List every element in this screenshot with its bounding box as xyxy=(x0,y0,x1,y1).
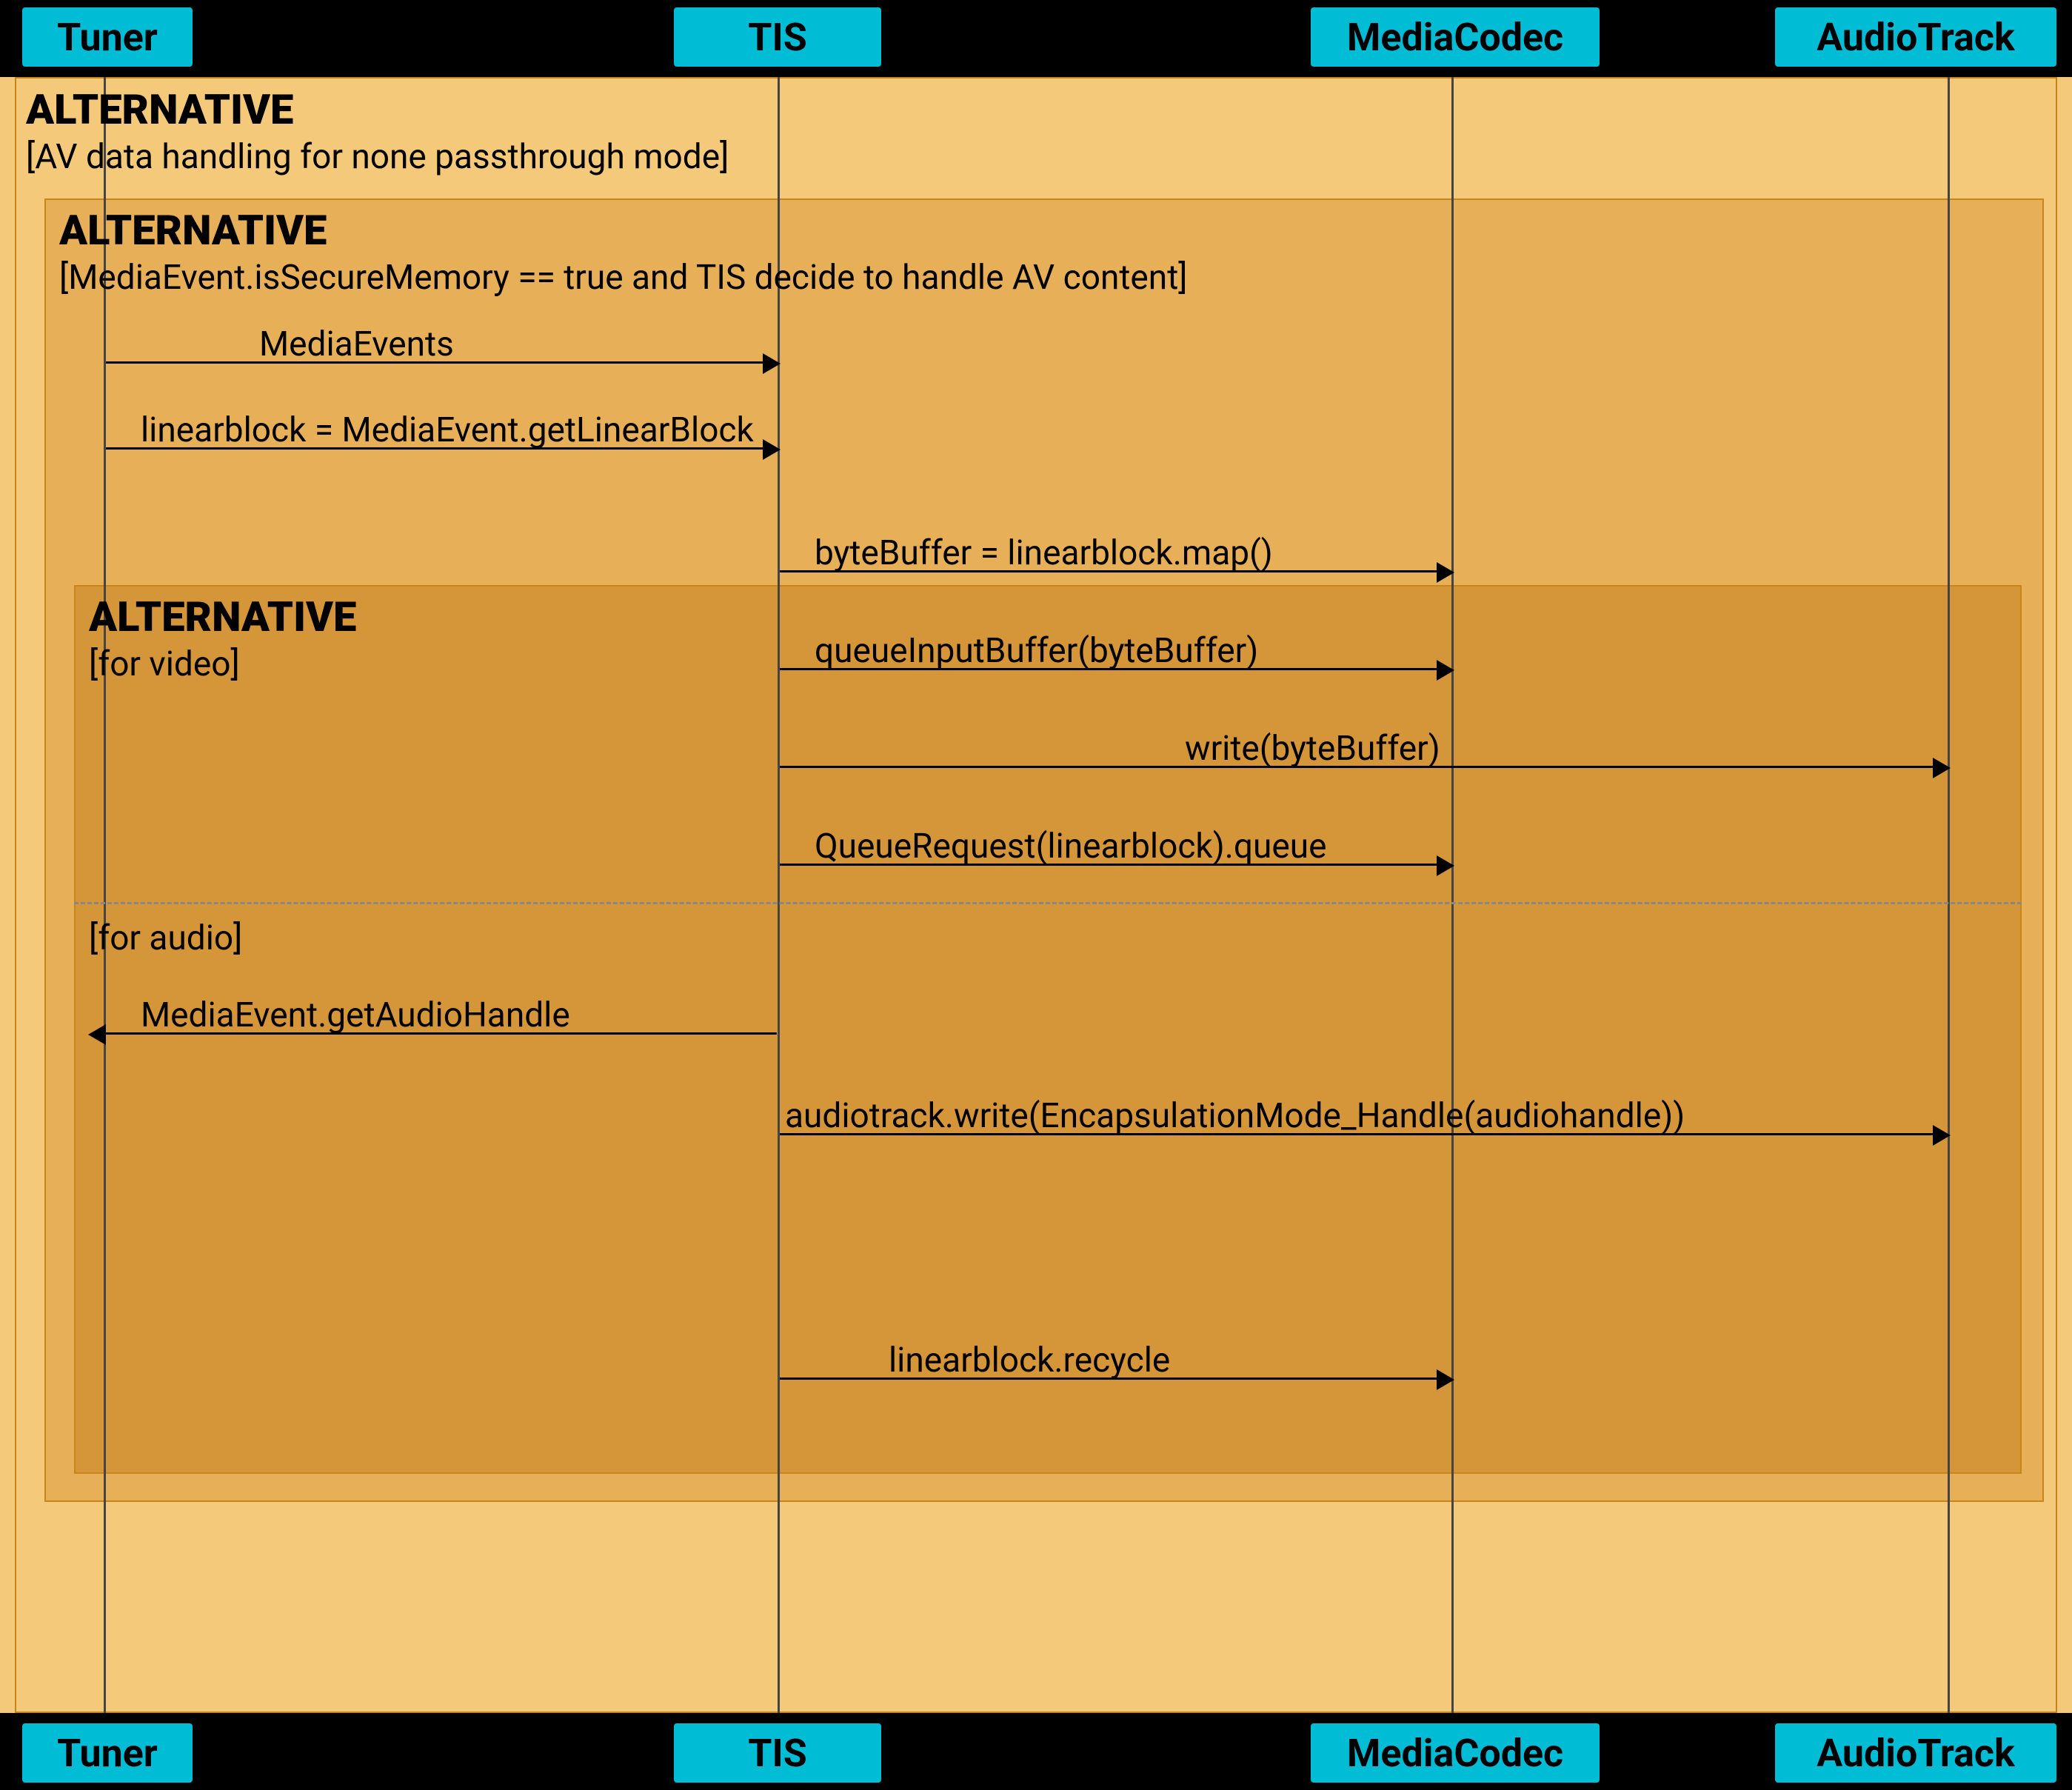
msg1-arrowhead xyxy=(763,353,781,374)
msg3-arrowhead xyxy=(1437,562,1454,583)
msg9-arrowhead xyxy=(1437,1369,1454,1390)
inner-alt2-condition-audio: [for audio] xyxy=(89,918,242,958)
footer-tis-box: TIS xyxy=(674,1723,881,1783)
outer-alt-keyword: ALTERNATIVE xyxy=(26,85,293,134)
msg7-arrowhead xyxy=(88,1024,106,1045)
msg7-label: MediaEvent.getAudioHandle xyxy=(141,995,570,1035)
msg2-arrowhead xyxy=(763,439,781,460)
msg6-label: QueueRequest(linearblock).queue xyxy=(815,826,1327,866)
inner-alt1-condition: [MediaEvent.isSecureMemory == true and T… xyxy=(59,258,1187,298)
msg3-label: byteBuffer = linearblock.map() xyxy=(815,533,1273,573)
alt2-separator xyxy=(74,902,2022,904)
header-mediacodec-label: MediaCodec xyxy=(1347,15,1563,60)
header-tis-label: TIS xyxy=(748,15,806,60)
footer-audiotrack-box: AudioTrack xyxy=(1775,1723,2056,1783)
tuner-lifeline xyxy=(104,77,106,1713)
msg5-arrowhead xyxy=(1933,758,1951,778)
mediacodec-lifeline xyxy=(1451,77,1454,1713)
footer-mediacodec-label: MediaCodec xyxy=(1347,1731,1563,1776)
msg1-label: MediaEvents xyxy=(259,324,454,364)
footer-audiotrack-label: AudioTrack xyxy=(1817,1731,2015,1776)
header-tuner-label: Tuner xyxy=(57,15,158,60)
outer-alt-condition: [AV data handling for none passthrough m… xyxy=(26,137,729,177)
msg2-label: linearblock = MediaEvent.getLinearBlock xyxy=(141,410,754,450)
msg8-label: audiotrack.write(EncapsulationMode_Handl… xyxy=(785,1096,1685,1136)
header-tis-box: TIS xyxy=(674,7,881,67)
header-tuner-box: Tuner xyxy=(22,7,193,67)
footer-tuner-box: Tuner xyxy=(22,1723,193,1783)
footer-mediacodec-box: MediaCodec xyxy=(1311,1723,1600,1783)
msg4-arrowhead xyxy=(1437,660,1454,681)
msg4-label: queueInputBuffer(byteBuffer) xyxy=(815,631,1258,671)
msg9-label: linearblock.recycle xyxy=(889,1340,1170,1380)
msg6-arrowhead xyxy=(1437,855,1454,876)
audiotrack-lifeline xyxy=(1948,77,1950,1713)
header-mediacodec-box: MediaCodec xyxy=(1311,7,1600,67)
msg5-label: write(byteBuffer) xyxy=(1185,729,1440,769)
footer-tis-label: TIS xyxy=(748,1731,806,1776)
msg8-arrowhead xyxy=(1933,1125,1951,1146)
footer-tuner-label: Tuner xyxy=(57,1731,158,1776)
tis-lifeline xyxy=(778,77,780,1713)
header-audiotrack-label: AudioTrack xyxy=(1817,15,2015,60)
header-audiotrack-box: AudioTrack xyxy=(1775,7,2056,67)
inner-alt2-keyword: ALTERNATIVE xyxy=(89,592,356,641)
inner-alt2-condition-video: [for video] xyxy=(89,644,240,684)
inner-alt1-keyword: ALTERNATIVE xyxy=(59,206,327,255)
sequence-diagram: ALTERNATIVE [AV data handling for none p… xyxy=(0,0,2072,1790)
